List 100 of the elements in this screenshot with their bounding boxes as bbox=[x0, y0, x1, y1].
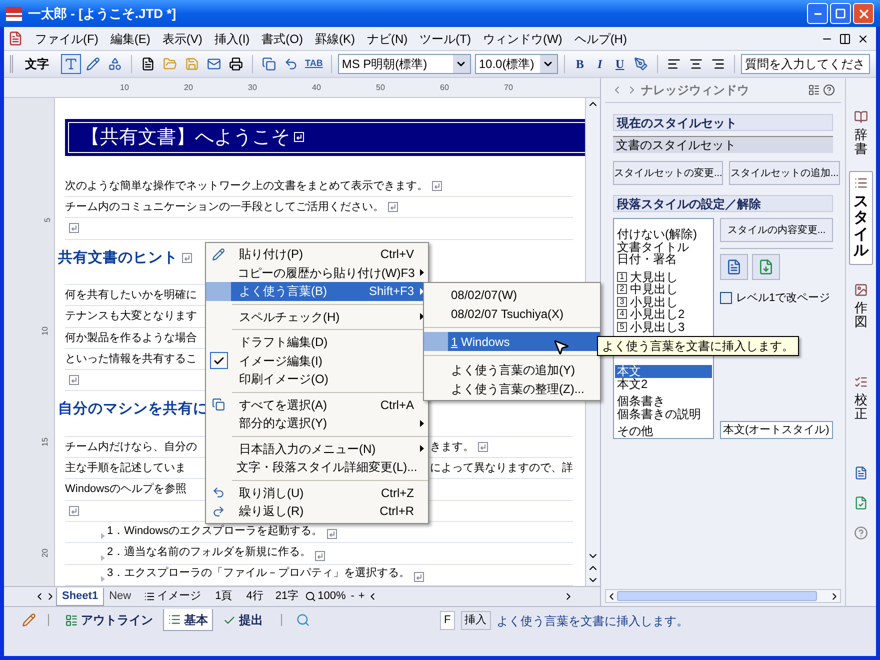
mode-tab[interactable]: アウトライン bbox=[61, 609, 157, 631]
mode-tab[interactable]: 基本 bbox=[163, 609, 213, 631]
layout-button[interactable] bbox=[720, 254, 748, 280]
mouse-cursor-icon bbox=[552, 338, 570, 356]
body-text: チーム内だけなら、自分の bbox=[65, 440, 197, 455]
style-list-item[interactable]: 文書タイトル bbox=[615, 240, 712, 253]
bold-button[interactable]: B bbox=[570, 55, 589, 73]
undo-icon bbox=[284, 57, 298, 71]
close-icon[interactable] bbox=[857, 32, 869, 44]
menu-bar-item[interactable]: ツール(T) bbox=[414, 30, 477, 48]
menu-bar-item[interactable]: 罫線(K) bbox=[308, 30, 361, 48]
restore-icon[interactable] bbox=[839, 32, 851, 44]
tab-button[interactable]: TAB bbox=[303, 57, 325, 71]
text-mode-icon bbox=[64, 57, 78, 71]
menu-item[interactable]: よく使う言葉の整理(Z)... bbox=[424, 379, 600, 398]
body-text: によって異なりますので、詳 bbox=[430, 461, 573, 476]
checklist-icon bbox=[854, 375, 868, 390]
help-icon[interactable] bbox=[854, 526, 868, 540]
size-select[interactable]: 10.0(標準) bbox=[474, 54, 558, 74]
help-icon[interactable] bbox=[823, 84, 835, 96]
menu-item[interactable]: 日本語入力のメニュー(N) bbox=[206, 440, 428, 458]
menu-bar-item[interactable]: ナビ(N) bbox=[360, 30, 414, 48]
page-icon[interactable] bbox=[854, 466, 868, 480]
sheet-tab[interactable]: Sheet1 bbox=[56, 588, 104, 606]
mode-tab[interactable]: 提出 bbox=[219, 609, 267, 631]
pencil-icon[interactable] bbox=[22, 613, 36, 627]
close-button[interactable] bbox=[853, 3, 874, 24]
style-list-item[interactable]: 本文2 bbox=[615, 378, 712, 390]
menu-item[interactable]: 部分的な選択(Y) bbox=[206, 414, 428, 432]
underline-button[interactable]: U bbox=[610, 55, 629, 73]
search-icon[interactable] bbox=[296, 613, 310, 627]
folder-icon bbox=[163, 57, 177, 71]
sheet-tab[interactable]: New bbox=[104, 588, 136, 606]
menu-item[interactable]: 取り消し(U) Ctrl+Z bbox=[206, 484, 428, 502]
page-icon[interactable] bbox=[854, 496, 868, 510]
zoom-icon bbox=[304, 591, 316, 602]
zoom-in-button[interactable]: + bbox=[356, 588, 367, 605]
font-select[interactable]: MS P明朝(標準) bbox=[338, 54, 471, 74]
menu-bar-item[interactable]: ファイル(F) bbox=[29, 30, 104, 48]
style-list-item[interactable]: 5 小見出し3 bbox=[615, 320, 712, 333]
body-text: 何か製品を作るような場合 bbox=[65, 330, 197, 346]
menu-bar-item[interactable]: 編集(E) bbox=[104, 30, 156, 48]
style-set-button[interactable]: スタイルセットの追加... bbox=[729, 161, 840, 185]
input-mode-indicator: 挿入 bbox=[460, 611, 491, 630]
mode-button[interactable] bbox=[61, 54, 81, 74]
side-tab[interactable]: 辞書 bbox=[849, 106, 873, 161]
menu-bar-item[interactable]: ヘルプ(H) bbox=[568, 30, 633, 48]
shapes-icon bbox=[108, 57, 122, 71]
italic-button[interactable]: I bbox=[590, 55, 609, 73]
ruler-label: 30 bbox=[248, 82, 258, 94]
char-count: 21字 bbox=[275, 588, 299, 604]
style-list-item[interactable]: 本文 bbox=[615, 365, 712, 378]
menu-bar-item[interactable]: 書式(O) bbox=[256, 30, 309, 48]
menu-item[interactable]: 文字・段落スタイル詳細変更(L)... bbox=[206, 458, 428, 476]
maximize-button[interactable] bbox=[830, 3, 851, 24]
style-list-item[interactable]: 1 大見出し bbox=[615, 270, 712, 283]
side-tab[interactable]: スタイル bbox=[849, 170, 873, 265]
menu-bar-item[interactable]: 挿入(I) bbox=[208, 30, 256, 48]
style-list-item[interactable]: 個条書きの説明 bbox=[615, 408, 712, 420]
menu-item[interactable]: すべてを選択(A) Ctrl+A bbox=[206, 396, 428, 414]
side-tab[interactable]: 作図 bbox=[849, 278, 873, 334]
menu-item[interactable]: 08/02/07 Tsuchiya(X) bbox=[424, 304, 600, 323]
list-item-text: 1．Windowsのエクスプローラを起動する。 bbox=[107, 524, 323, 539]
menu-bar-item[interactable]: 表示(V) bbox=[156, 30, 208, 48]
undo-icon bbox=[212, 486, 225, 500]
zoom-level[interactable]: 100% bbox=[318, 588, 346, 605]
style-list-item[interactable]: その他 bbox=[615, 425, 712, 438]
style-list-item[interactable]: 2 中見出し bbox=[615, 283, 712, 296]
zoom-out-button[interactable]: - bbox=[348, 588, 356, 605]
style-set-button[interactable]: スタイルセットの変更... bbox=[613, 161, 724, 185]
menu-bar-item[interactable]: ウィンドウ(W) bbox=[476, 30, 568, 48]
side-tab[interactable]: 校正 bbox=[849, 371, 873, 426]
align-right-icon bbox=[710, 57, 725, 71]
style-list-item[interactable]: 4 小見出し2 bbox=[615, 308, 712, 320]
ruler-label: 15 bbox=[40, 438, 51, 446]
page-break-checkbox[interactable]: レベル1で改ページ bbox=[720, 290, 833, 306]
list-icon bbox=[168, 613, 181, 626]
ruler-label: 60 bbox=[440, 82, 450, 94]
view-mode-label[interactable]: イメージ bbox=[157, 588, 202, 605]
style-list-item[interactable]: 付けない(解除) bbox=[615, 228, 712, 240]
menu-item[interactable]: 繰り返し(R) Ctrl+R bbox=[206, 502, 428, 520]
style-list-item[interactable]: 3 小見出し bbox=[615, 296, 712, 308]
menu-item[interactable]: コピーの履歴から貼り付け(W)F3 bbox=[206, 264, 428, 282]
list-icon[interactable] bbox=[808, 84, 820, 96]
document-icon bbox=[8, 31, 23, 46]
menu-item[interactable]: 1 Windows bbox=[424, 332, 600, 351]
style-list-item[interactable]: 日付・署名 bbox=[615, 253, 712, 266]
ruler-label: 20 bbox=[40, 548, 51, 558]
menu-item[interactable]: 貼り付け(P) Ctrl+V bbox=[206, 245, 428, 264]
style-list-item[interactable]: 個条書き bbox=[615, 395, 712, 408]
save-icon bbox=[185, 57, 199, 71]
current-style-field[interactable]: 本文(オートスタイル) bbox=[720, 421, 833, 439]
panel-title: ナレッジウィンドウ bbox=[641, 82, 750, 99]
help-search-field[interactable]: 質問を入力してくださ bbox=[740, 54, 870, 74]
edit-style-button[interactable]: スタイルの内容変更... bbox=[720, 218, 833, 242]
minimize-button[interactable] bbox=[807, 3, 828, 24]
style-copy-button[interactable] bbox=[752, 254, 780, 280]
document-icon bbox=[758, 259, 774, 275]
menu-item[interactable]: よく使う言葉の追加(Y) bbox=[424, 360, 600, 379]
horizontal-scrollbar[interactable] bbox=[605, 589, 841, 603]
